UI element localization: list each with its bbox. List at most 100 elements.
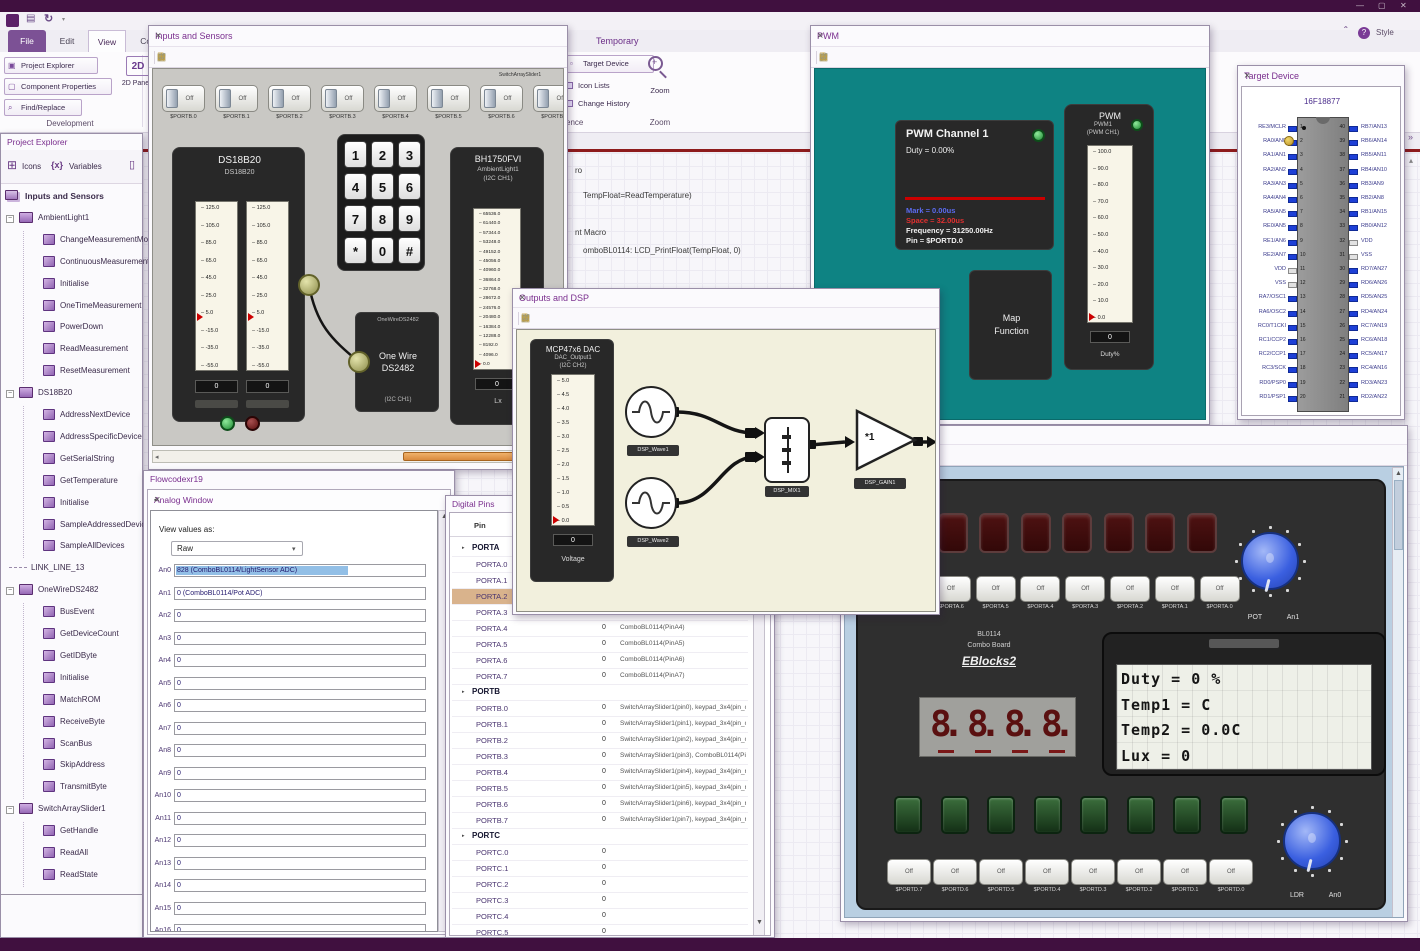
tree-item[interactable]: AddressNextDevice — [1, 406, 144, 427]
button-green[interactable] — [1080, 796, 1108, 834]
pin-row-name[interactable]: PORTA.3 — [476, 608, 507, 617]
pin-row-name[interactable]: PORTA.1 — [476, 576, 507, 585]
scroll-down-arrow-icon[interactable]: ▼ — [756, 919, 763, 926]
app-icon[interactable] — [6, 14, 19, 27]
pin-row-name[interactable]: PORTA.6 — [476, 656, 507, 665]
toggle-switch[interactable]: Off — [1154, 576, 1195, 602]
tree-item[interactable]: SkipAddress — [1, 756, 144, 778]
connection-node[interactable] — [298, 274, 320, 296]
inputs-hscrollbar[interactable]: ◂▸ — [152, 450, 566, 463]
dsp-mix-component[interactable] — [764, 417, 810, 483]
pin-row-name[interactable]: PORTC.3 — [476, 896, 508, 905]
close-icon[interactable]: × — [817, 30, 823, 42]
maximize-icon[interactable]: ▢ — [1378, 1, 1386, 10]
grid-icon[interactable]: ▦ — [816, 50, 831, 65]
qat-dropdown-icon[interactable]: ▾ — [62, 16, 65, 23]
map-function-component[interactable]: Map Function — [969, 270, 1052, 380]
tree-item[interactable]: ReadState — [1, 865, 144, 887]
tree-item[interactable]: Initialise — [1, 493, 144, 515]
outputs-dsp-panel-titlebar[interactable]: Outputs and DSP × — [513, 289, 939, 307]
toggle-switch[interactable]: Off — [1025, 859, 1069, 885]
tree-expander-icon[interactable]: − — [6, 587, 14, 596]
close-icon[interactable]: × — [1244, 70, 1250, 82]
tree-item[interactable]: MatchROM — [1, 690, 144, 712]
toggle-switch[interactable]: Off — [975, 576, 1016, 602]
tab-icons[interactable]: Icons — [22, 162, 41, 171]
close-icon[interactable]: × — [155, 30, 161, 42]
pin-row-name[interactable]: PORTB.4 — [476, 768, 508, 777]
analog-window-titlebar[interactable]: Analog Window ▪ × — [148, 492, 450, 508]
pin-row-name[interactable]: PORTB.5 — [476, 784, 508, 793]
tree-item[interactable]: PowerDown — [1, 318, 144, 340]
tree-item[interactable]: ChangeMeasurementMode — [1, 230, 157, 252]
project-explorer-panel-titlebar[interactable]: Project Explorer — [1, 134, 142, 150]
ribbon-toggle-icon-lists[interactable]: Icon Lists — [566, 81, 610, 90]
pin-row-name[interactable]: PORTB.6 — [476, 800, 508, 809]
ribbon-toggle-change-history[interactable]: Change History — [566, 99, 630, 108]
analog-value-field[interactable]: 0 (ComboBL0114/Pot ADC) — [174, 586, 426, 600]
tab-view[interactable]: View — [88, 30, 126, 52]
toggle-switch[interactable]: Off — [979, 859, 1023, 885]
port-group-row[interactable]: PORTC — [472, 831, 500, 840]
tab-edit[interactable]: Edit — [50, 30, 84, 52]
pin-row-name[interactable]: PORTC.5 — [476, 928, 508, 935]
button-green[interactable] — [940, 796, 969, 834]
tree-item[interactable]: − OneWireDS2482 — [1, 581, 144, 602]
tree-expander-icon[interactable]: − — [6, 806, 14, 815]
scroll-expand-icon[interactable]: » — [1408, 132, 1413, 142]
toggle-switch[interactable]: Off — [1209, 859, 1253, 885]
tree-item[interactable]: ReadMeasurement — [1, 340, 144, 362]
tab-file[interactable]: File — [8, 30, 46, 52]
pin-row-name[interactable]: PORTA.2 — [476, 592, 507, 601]
button-green[interactable] — [1219, 796, 1248, 834]
pwm-duty-slider[interactable]: ‒ 100.0 ‒ 90.0 ‒ 80.0 ‒ 70.0 ‒ 60.0 ‒ 50.0 ‒ 4… — [1087, 145, 1133, 323]
tree-item[interactable]: − DS18B20 — [1, 384, 144, 405]
analog-value-field[interactable]: 0 — [174, 901, 426, 915]
pin-row-name[interactable]: PORTB.3 — [476, 752, 508, 761]
analog-view-dropdown[interactable]: Raw ▾ — [171, 541, 303, 556]
analog-value-field[interactable]: 828 (ComboBL0114/LightSensor ADC) — [174, 564, 426, 577]
help-icon[interactable]: ? — [1358, 27, 1370, 39]
grid-icon[interactable]: ▦ — [518, 311, 533, 326]
tree-item[interactable]: ContinuousMeasurement — [1, 252, 149, 274]
scroll-thumb[interactable] — [403, 452, 518, 461]
analog-value-field[interactable]: 0 — [174, 609, 426, 622]
pin-row-name[interactable]: PORTA.4 — [476, 624, 507, 633]
tree-item[interactable]: SampleAddressedDevice — [1, 515, 150, 537]
toggle-switch[interactable]: Off — [887, 859, 931, 885]
pwm-panel-titlebar[interactable]: PWM × — [811, 26, 1209, 46]
analog-value-field[interactable]: 0 — [174, 721, 426, 735]
ribbon-button-component-properties[interactable]: Component Properties ▢ — [4, 78, 112, 95]
analog-value-field[interactable]: 0 — [174, 924, 426, 931]
analog-value-field[interactable]: 0 — [174, 744, 426, 757]
refresh-icon[interactable]: ↻ — [44, 12, 53, 25]
toggle-switch[interactable]: Off — [1117, 859, 1161, 885]
analog-value-field[interactable]: 0 — [174, 834, 426, 847]
analog-value-field[interactable]: 0 — [174, 676, 426, 690]
pin-row-name[interactable]: PORTA.5 — [476, 640, 507, 649]
analog-value-field[interactable]: 0 — [174, 654, 426, 667]
minimize-icon[interactable]: — — [1356, 1, 1364, 10]
scroll-up-arrow-icon[interactable]: ▲ — [1395, 470, 1402, 477]
tree-expander-icon[interactable]: − — [6, 390, 14, 399]
analog-value-field[interactable]: 0 — [174, 766, 426, 780]
tree-item[interactable]: GetSerialString — [1, 449, 144, 471]
toggle-switch[interactable]: Off — [1020, 576, 1061, 602]
tree-item[interactable]: − SwitchArraySlider1 — [1, 800, 144, 821]
analog-value-field[interactable]: 0 — [174, 789, 426, 802]
tree-item[interactable]: ReceiveByte — [1, 712, 144, 734]
pin-row-name[interactable]: PORTB.1 — [476, 720, 508, 729]
tree-item[interactable]: GetIDByte — [1, 646, 144, 668]
tree-item[interactable]: Initialise — [1, 668, 144, 690]
tab-variables[interactable]: Variables — [69, 162, 102, 171]
ribbon-button-find-replace[interactable]: Find/Replace ⌕ — [4, 99, 82, 116]
tree-item[interactable]: Inputs and Sensors — [1, 187, 144, 208]
grid-icon[interactable]: ▦ — [154, 50, 169, 65]
connection-node[interactable] — [348, 351, 370, 373]
pin-row-name[interactable]: PORTB.7 — [476, 816, 508, 825]
analog-value-field[interactable]: 0 — [174, 699, 426, 712]
tree-item[interactable]: GetTemperature — [1, 471, 144, 493]
pin-row-name[interactable]: PORTC.0 — [476, 848, 508, 857]
inputs-sensors-panel-titlebar[interactable]: Inputs and Sensors × — [149, 26, 567, 46]
pin-row-name[interactable]: PORTB.0 — [476, 704, 508, 713]
